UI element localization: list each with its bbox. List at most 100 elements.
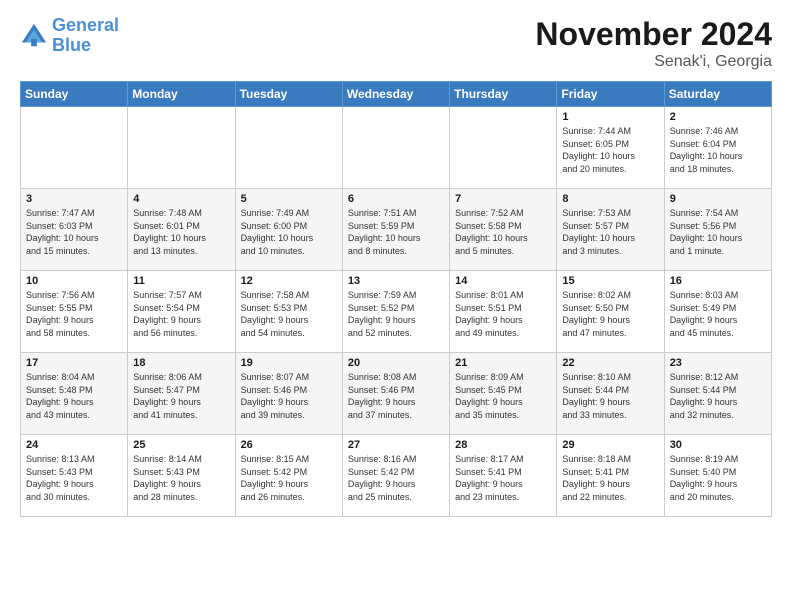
day-number: 28: [455, 439, 551, 451]
calendar-cell: 5 Sunrise: 7:49 AMSunset: 6:00 PMDaylight…: [235, 189, 342, 271]
calendar-cell: 15 Sunrise: 8:02 AMSunset: 5:50 PMDayligh…: [557, 271, 664, 353]
day-number: 5: [241, 193, 337, 205]
day-number: 8: [562, 193, 658, 205]
day-number: 14: [455, 275, 551, 287]
day-info: Sunrise: 8:02 AMSunset: 5:50 PMDaylight:…: [562, 289, 658, 339]
day-number: 2: [670, 111, 766, 123]
calendar-cell: [128, 107, 235, 189]
day-number: 29: [562, 439, 658, 451]
day-info: Sunrise: 8:12 AMSunset: 5:44 PMDaylight:…: [670, 371, 766, 421]
day-info: Sunrise: 7:44 AMSunset: 6:05 PMDaylight:…: [562, 125, 658, 175]
day-number: 16: [670, 275, 766, 287]
day-info: Sunrise: 8:14 AMSunset: 5:43 PMDaylight:…: [133, 453, 229, 503]
day-info: Sunrise: 7:54 AMSunset: 5:56 PMDaylight:…: [670, 207, 766, 257]
calendar-cell: 8 Sunrise: 7:53 AMSunset: 5:57 PMDaylight…: [557, 189, 664, 271]
day-info: Sunrise: 7:46 AMSunset: 6:04 PMDaylight:…: [670, 125, 766, 175]
day-number: 25: [133, 439, 229, 451]
calendar-cell: 1 Sunrise: 7:44 AMSunset: 6:05 PMDaylight…: [557, 107, 664, 189]
calendar-cell: 4 Sunrise: 7:48 AMSunset: 6:01 PMDaylight…: [128, 189, 235, 271]
calendar-cell: 26 Sunrise: 8:15 AMSunset: 5:42 PMDayligh…: [235, 435, 342, 517]
day-number: 11: [133, 275, 229, 287]
day-info: Sunrise: 7:57 AMSunset: 5:54 PMDaylight:…: [133, 289, 229, 339]
day-number: 15: [562, 275, 658, 287]
day-number: 26: [241, 439, 337, 451]
calendar-cell: [342, 107, 449, 189]
calendar-cell: 27Sunrise: 8:16 AMSunset: 5:42 PMDayligh…: [342, 435, 449, 517]
page: General Blue November 2024 Senak'i, Geor…: [0, 0, 792, 612]
day-info: Sunrise: 8:08 AMSunset: 5:46 PMDaylight:…: [348, 371, 444, 421]
day-info: Sunrise: 8:06 AMSunset: 5:47 PMDaylight:…: [133, 371, 229, 421]
calendar-cell: 3 Sunrise: 7:47 AMSunset: 6:03 PMDaylight…: [21, 189, 128, 271]
title-block: November 2024 Senak'i, Georgia: [535, 16, 772, 71]
logo-general: General: [52, 15, 119, 35]
calendar-cell: 13 Sunrise: 7:59 AMSunset: 5:52 PMDayligh…: [342, 271, 449, 353]
day-info: Sunrise: 8:13 AMSunset: 5:43 PMDaylight:…: [26, 453, 122, 503]
day-number: 1: [562, 111, 658, 123]
day-info: Sunrise: 7:47 AMSunset: 6:03 PMDaylight:…: [26, 207, 122, 257]
day-info: Sunrise: 7:59 AMSunset: 5:52 PMDaylight:…: [348, 289, 444, 339]
day-info: Sunrise: 7:52 AMSunset: 5:58 PMDaylight:…: [455, 207, 551, 257]
calendar-cell: 10 Sunrise: 7:56 AMSunset: 5:55 PMDayligh…: [21, 271, 128, 353]
day-number: 12: [241, 275, 337, 287]
logo-icon: [20, 22, 48, 50]
calendar-cell: 9 Sunrise: 7:54 AMSunset: 5:56 PMDaylight…: [664, 189, 771, 271]
day-info: Sunrise: 8:09 AMSunset: 5:45 PMDaylight:…: [455, 371, 551, 421]
day-number: 13: [348, 275, 444, 287]
calendar-header-tuesday: Tuesday: [235, 82, 342, 107]
calendar-cell: 18 Sunrise: 8:06 AMSunset: 5:47 PMDayligh…: [128, 353, 235, 435]
logo-blue: Blue: [52, 35, 91, 55]
day-number: 20: [348, 357, 444, 369]
day-number: 24: [26, 439, 122, 451]
calendar-header-wednesday: Wednesday: [342, 82, 449, 107]
day-info: Sunrise: 8:15 AMSunset: 5:42 PMDaylight:…: [241, 453, 337, 503]
day-info: Sunrise: 7:49 AMSunset: 6:00 PMDaylight:…: [241, 207, 337, 257]
day-number: 17: [26, 357, 122, 369]
day-number: 9: [670, 193, 766, 205]
day-number: 23: [670, 357, 766, 369]
calendar-week-2: 3 Sunrise: 7:47 AMSunset: 6:03 PMDaylight…: [21, 189, 772, 271]
day-info: Sunrise: 7:56 AMSunset: 5:55 PMDaylight:…: [26, 289, 122, 339]
day-info: Sunrise: 7:48 AMSunset: 6:01 PMDaylight:…: [133, 207, 229, 257]
calendar-header-friday: Friday: [557, 82, 664, 107]
calendar-cell: [235, 107, 342, 189]
calendar-cell: 19 Sunrise: 8:07 AMSunset: 5:46 PMDayligh…: [235, 353, 342, 435]
day-info: Sunrise: 8:01 AMSunset: 5:51 PMDaylight:…: [455, 289, 551, 339]
calendar-header-saturday: Saturday: [664, 82, 771, 107]
logo-text: General Blue: [52, 16, 119, 56]
day-number: 21: [455, 357, 551, 369]
logo: General Blue: [20, 16, 119, 56]
day-info: Sunrise: 7:58 AMSunset: 5:53 PMDaylight:…: [241, 289, 337, 339]
day-number: 22: [562, 357, 658, 369]
header: General Blue November 2024 Senak'i, Geor…: [20, 16, 772, 71]
day-number: 18: [133, 357, 229, 369]
calendar-cell: 23 Sunrise: 8:12 AMSunset: 5:44 PMDayligh…: [664, 353, 771, 435]
calendar-cell: 7 Sunrise: 7:52 AMSunset: 5:58 PMDaylight…: [450, 189, 557, 271]
day-info: Sunrise: 8:10 AMSunset: 5:44 PMDaylight:…: [562, 371, 658, 421]
calendar-header-monday: Monday: [128, 82, 235, 107]
day-number: 3: [26, 193, 122, 205]
day-number: 30: [670, 439, 766, 451]
calendar-week-1: 1 Sunrise: 7:44 AMSunset: 6:05 PMDaylight…: [21, 107, 772, 189]
calendar-cell: [21, 107, 128, 189]
day-info: Sunrise: 7:53 AMSunset: 5:57 PMDaylight:…: [562, 207, 658, 257]
calendar-cell: 30 Sunrise: 8:19 AMSunset: 5:40 PMDayligh…: [664, 435, 771, 517]
calendar-cell: 22 Sunrise: 8:10 AMSunset: 5:44 PMDayligh…: [557, 353, 664, 435]
day-number: 19: [241, 357, 337, 369]
day-info: Sunrise: 8:03 AMSunset: 5:49 PMDaylight:…: [670, 289, 766, 339]
calendar-week-3: 10 Sunrise: 7:56 AMSunset: 5:55 PMDayligh…: [21, 271, 772, 353]
calendar-cell: 16 Sunrise: 8:03 AMSunset: 5:49 PMDayligh…: [664, 271, 771, 353]
calendar-week-5: 24 Sunrise: 8:13 AMSunset: 5:43 PMDayligh…: [21, 435, 772, 517]
calendar-cell: 12 Sunrise: 7:58 AMSunset: 5:53 PMDayligh…: [235, 271, 342, 353]
calendar-cell: 21 Sunrise: 8:09 AMSunset: 5:45 PMDayligh…: [450, 353, 557, 435]
day-number: 7: [455, 193, 551, 205]
calendar-cell: 24 Sunrise: 8:13 AMSunset: 5:43 PMDayligh…: [21, 435, 128, 517]
calendar-cell: 2 Sunrise: 7:46 AMSunset: 6:04 PMDaylight…: [664, 107, 771, 189]
day-info: Sunrise: 8:07 AMSunset: 5:46 PMDaylight:…: [241, 371, 337, 421]
main-title: November 2024: [535, 16, 772, 53]
day-info: Sunrise: 8:16 AMSunset: 5:42 PMDaylight:…: [348, 453, 444, 503]
day-number: 10: [26, 275, 122, 287]
subtitle: Senak'i, Georgia: [535, 53, 772, 71]
day-info: Sunrise: 8:19 AMSunset: 5:40 PMDaylight:…: [670, 453, 766, 503]
day-number: 4: [133, 193, 229, 205]
calendar-header-sunday: Sunday: [21, 82, 128, 107]
